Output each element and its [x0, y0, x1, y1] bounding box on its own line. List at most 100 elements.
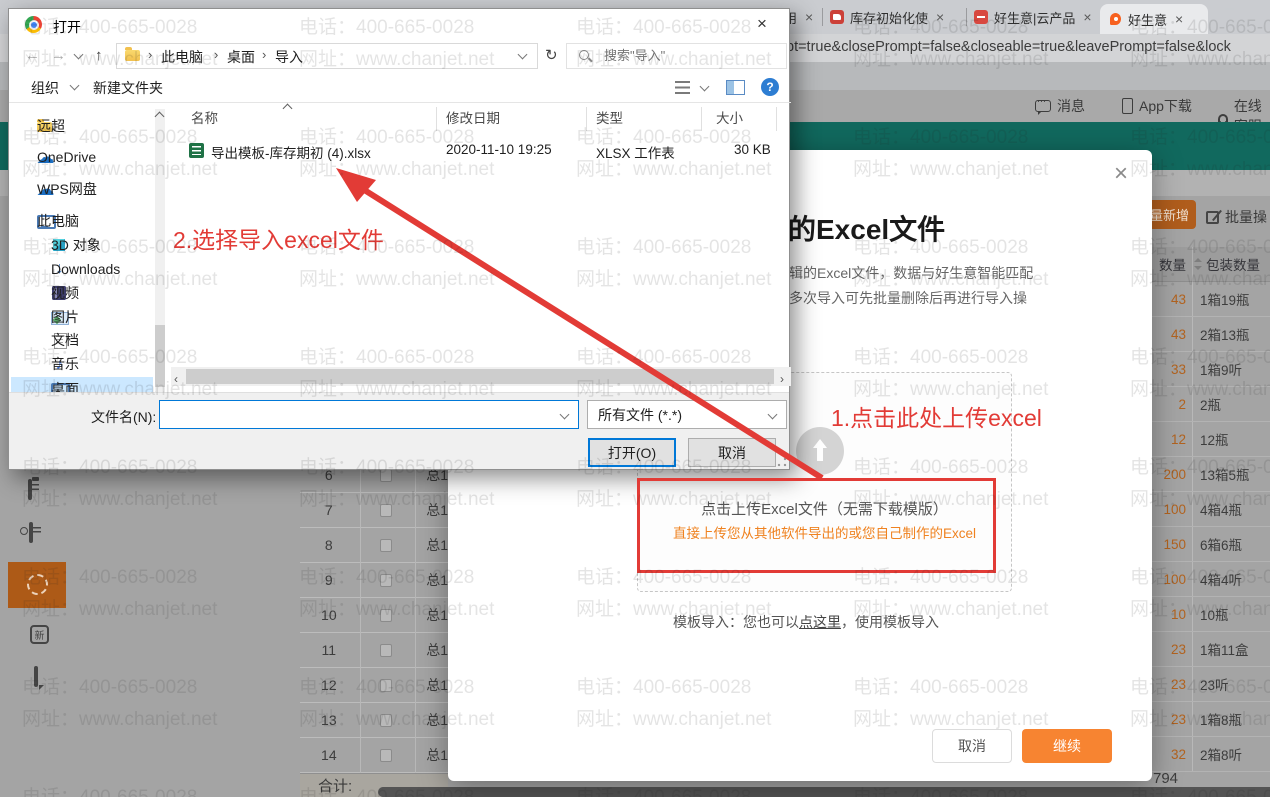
feedback-icon[interactable] [34, 666, 38, 687]
filetype-select[interactable]: 所有文件 (*.*) [587, 400, 787, 429]
row-number: 13 [300, 712, 358, 728]
modal-desc-1: 辑的Excel文件，数据与好生意智能匹配 [789, 263, 1033, 283]
table-row[interactable]: 150 6箱6瓶 [1152, 527, 1270, 562]
table-row[interactable]: 200 13箱5瓶 [1152, 457, 1270, 492]
file-name[interactable]: 导出模板-库存期初 (4).xlsx [211, 142, 371, 162]
clipboard-icon[interactable] [28, 479, 32, 500]
column-name[interactable]: 名称 [191, 107, 218, 127]
new-badge-icon[interactable]: 新 [30, 625, 49, 644]
table-row[interactable]: 11 总1 [300, 633, 448, 668]
column-date[interactable]: 修改日期 [446, 107, 500, 127]
tab-cloud-product[interactable]: 好生意|云产品 × [974, 0, 1098, 34]
table-row[interactable]: 10 10瓶 [1152, 597, 1270, 632]
tab-close-icon[interactable]: × [936, 9, 944, 25]
table-row[interactable]: 43 1箱19瓶 [1152, 282, 1270, 317]
sidebar-item[interactable]: ↓ Downloads [11, 257, 153, 281]
sort-icon[interactable] [1194, 258, 1202, 270]
pkg-cell: 1箱8瓶 [1200, 709, 1242, 729]
qty-cell: 32 [1152, 747, 1186, 762]
modal-cancel-button[interactable]: 取消 [932, 729, 1012, 763]
page-horizontal-scrollbar[interactable] [378, 787, 1270, 797]
sidebar-item[interactable]: 3D 对象 [11, 233, 153, 257]
row-checkbox[interactable] [380, 679, 393, 692]
row-checkbox[interactable] [380, 539, 393, 552]
pkg-cell: 1箱9听 [1200, 359, 1242, 379]
filelist-scrollbar-thumb[interactable] [186, 369, 774, 384]
table-row[interactable]: 7 总1 [300, 493, 448, 528]
scroll-right-icon[interactable]: › [780, 372, 784, 386]
tab-close-icon[interactable]: × [805, 9, 813, 25]
column-type[interactable]: 类型 [596, 107, 623, 127]
row-checkbox[interactable] [380, 574, 393, 587]
refresh-icon[interactable]: ↻ [545, 46, 558, 64]
tab-inventory-help[interactable]: 库存初始化使 × [830, 0, 964, 34]
table-row[interactable]: 14 总1 [300, 738, 448, 773]
annotation-step2: 2.选择导入excel文件 [173, 221, 384, 255]
preview-pane-icon[interactable] [726, 80, 745, 95]
table-row[interactable]: 43 2箱13瓶 [1152, 317, 1270, 352]
table-row[interactable]: 9 总1 [300, 563, 448, 598]
qty-cell: 100 [1152, 572, 1186, 587]
pkg-column-header[interactable]: 包装数量 [1206, 254, 1260, 274]
row-checkbox[interactable] [380, 714, 393, 727]
sidebar-item[interactable]: 图片 [11, 305, 153, 329]
table-row[interactable]: 13 总1 [300, 703, 448, 738]
filename-input[interactable] [159, 400, 579, 429]
sidebar-item[interactable]: ☁ WPS网盘 [11, 177, 153, 201]
dialog-close-icon[interactable]: × [757, 14, 767, 34]
table-row[interactable]: 12 12瓶 [1152, 422, 1270, 457]
resize-grip[interactable] [777, 457, 787, 467]
dialog-cancel-button[interactable]: 取消 [688, 438, 776, 467]
app-download-menu[interactable]: App下载 [1122, 96, 1192, 116]
breadcrumb-desktop[interactable]: 桌面 [227, 47, 255, 67]
modal-continue-button[interactable]: 继续 [1022, 729, 1112, 763]
contacts-icon[interactable] [29, 522, 33, 543]
column-size[interactable]: 大小 [716, 107, 743, 127]
search-input[interactable] [602, 47, 772, 64]
row-number: 8 [300, 537, 358, 553]
table-row[interactable]: 12 总1 [300, 668, 448, 703]
sidebar-item[interactable]: 文档 [11, 328, 153, 352]
row-checkbox[interactable] [380, 609, 393, 622]
help-icon[interactable]: ? [761, 78, 779, 96]
scroll-left-icon[interactable]: ‹ [174, 372, 178, 386]
sidebar-scrollbar-thumb[interactable] [155, 325, 165, 387]
sidebar-item[interactable]: 视频 [11, 281, 153, 305]
row-checkbox[interactable] [380, 469, 393, 482]
table-row[interactable]: 33 1箱9听 [1152, 352, 1270, 387]
row-checkbox[interactable] [380, 644, 393, 657]
row-checkbox[interactable] [380, 504, 393, 517]
sidebar-item[interactable]: ☁ OneDrive [11, 145, 153, 169]
view-chevron-icon[interactable] [700, 82, 710, 92]
table-row[interactable]: 100 4箱4听 [1152, 562, 1270, 597]
list-view-icon[interactable] [675, 81, 690, 94]
table-row[interactable]: 23 1箱8瓶 [1152, 702, 1270, 737]
pkg-cell: 13箱5瓶 [1200, 464, 1250, 484]
right-table-total: 794 [1153, 770, 1178, 787]
row-checkbox[interactable] [380, 749, 393, 762]
click-here-link[interactable]: 点这里 [799, 614, 841, 630]
sidebar-item[interactable]: 此电脑 [11, 209, 153, 233]
tab-close-icon[interactable]: × [1175, 11, 1183, 27]
messages-menu[interactable]: 消息 [1035, 96, 1085, 116]
sidebar-item[interactable]: ♪ 音乐 [11, 352, 153, 376]
tab-haoshengyi-active[interactable]: 好生意 × [1100, 4, 1208, 34]
table-row[interactable]: 10 总1 [300, 598, 448, 633]
sidebar-active-item[interactable] [8, 562, 66, 608]
close-icon[interactable]: × [1114, 162, 1128, 186]
table-row[interactable]: 2 2瓶 [1152, 387, 1270, 422]
row-number: 14 [300, 747, 358, 763]
grid-line [415, 458, 416, 773]
table-row[interactable]: 23 23听 [1152, 667, 1270, 702]
sidebar-item[interactable]: 远超 [11, 114, 153, 138]
watermark-web: 网址：www.chanjet.net [22, 704, 217, 731]
table-row[interactable]: 32 2箱8听 [1152, 737, 1270, 772]
breadcrumb-import[interactable]: 导入 [275, 47, 303, 67]
qty-column-header[interactable]: 数量 [1152, 254, 1186, 274]
table-row[interactable]: 23 1箱11盒 [1152, 632, 1270, 667]
table-row[interactable]: 8 总1 [300, 528, 448, 563]
open-button[interactable]: 打开(O) [588, 438, 676, 467]
table-row[interactable]: 100 4箱4瓶 [1152, 492, 1270, 527]
tab-close-icon[interactable]: × [1083, 9, 1091, 25]
batch-action[interactable]: 批量操 [1206, 207, 1270, 227]
